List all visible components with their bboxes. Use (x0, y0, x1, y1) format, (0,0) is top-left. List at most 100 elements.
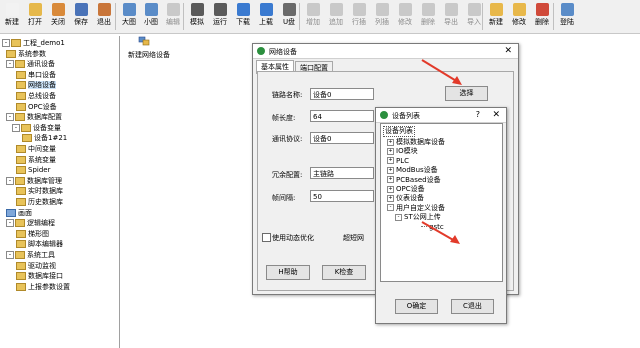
cancel-button[interactable]: C退出 (451, 299, 494, 314)
toolbar-button-8[interactable]: 模拟 (186, 1, 208, 31)
network-device-icon[interactable] (138, 36, 150, 47)
collapse-icon[interactable]: - (387, 204, 394, 212)
tree-item[interactable]: 实时数据库 (16, 186, 63, 196)
tree-item[interactable]: - 逻辑编程 (6, 218, 55, 228)
tree-item[interactable]: 脚本编辑器 (16, 239, 63, 249)
toolbar-button-23[interactable]: 删除 (531, 1, 553, 31)
delete-item-icon (535, 3, 549, 16)
link-name-field[interactable]: 设备0 (310, 88, 374, 100)
toolbar-button-21[interactable]: 新建 (485, 1, 507, 31)
collapse-icon[interactable]: - (395, 213, 402, 221)
expand-icon[interactable]: + (387, 194, 394, 202)
upload-icon (259, 3, 273, 16)
device-tree-root[interactable]: 设备列表 (383, 126, 415, 137)
expand-icon[interactable]: + (387, 157, 394, 165)
toolbar-button-label: 追加 (329, 18, 343, 26)
tree-item[interactable]: 设备1#21 (22, 133, 67, 143)
check-button[interactable]: K检查 (322, 265, 366, 280)
toolbar-button-12[interactable]: U盘 (278, 1, 300, 31)
tree-item[interactable]: 串口设备 (16, 70, 56, 80)
help-icon[interactable]: ? (476, 110, 480, 119)
device-list-item[interactable]: + IO模块 (387, 147, 418, 156)
toolbar-button-3[interactable]: 保存 (70, 1, 92, 31)
toolbar-button-22[interactable]: 修改 (508, 1, 530, 31)
tree-item[interactable]: - 工程_demo1 (2, 38, 65, 48)
toolbar-button-7[interactable]: 编辑 (162, 1, 184, 31)
dialog-titlebar[interactable]: 网络设备 ✕ (253, 44, 518, 59)
collapse-icon[interactable]: - (6, 176, 14, 185)
collapse-icon[interactable]: - (2, 39, 10, 47)
device-list-item[interactable]: + PLC (387, 157, 409, 166)
toolbar-button-5[interactable]: 大图 (118, 1, 140, 31)
device-list-item[interactable]: + 仪表设备 (387, 194, 424, 203)
toolbar-button-2[interactable]: 关闭 (47, 1, 69, 31)
toolbar-button-15[interactable]: 行插 (348, 1, 370, 31)
project-tree[interactable]: - 工程_demo1 系统参数 - 通讯设备 串口设备 网络设备 总线设备 OPC设备 - 数据库配… (0, 36, 120, 348)
new-network-device-label[interactable]: 新建网络设备 (128, 50, 170, 60)
tree-item[interactable]: 网络设备 (16, 80, 56, 90)
dynamic-optimization-checkbox[interactable] (262, 233, 271, 242)
expand-icon[interactable]: + (387, 185, 394, 193)
protocol-field[interactable]: 设备0 (310, 132, 374, 144)
toolbar-button-4[interactable]: 退出 (93, 1, 115, 31)
collapse-icon[interactable]: - (6, 113, 14, 122)
tree-item[interactable]: 总线设备 (16, 91, 56, 101)
toolbar-button-18[interactable]: 删除 (417, 1, 439, 31)
collapse-icon[interactable]: - (12, 123, 20, 132)
tree-item[interactable]: 画面 (6, 208, 32, 218)
device-list-item[interactable]: + ModBus设备 (387, 166, 438, 175)
toolbar-button-19[interactable]: 导出 (440, 1, 462, 31)
toolbar-button-label: 下载 (236, 18, 250, 26)
frame-length-field[interactable]: 64 (310, 110, 374, 122)
tree-item[interactable]: 上报参数设置 (16, 282, 70, 292)
collapse-icon[interactable]: - (6, 251, 14, 259)
expand-icon[interactable]: + (387, 166, 394, 174)
tree-item[interactable]: - 数据库配置 (6, 112, 62, 122)
frame-interval-field[interactable]: 50 (310, 190, 374, 202)
ok-button[interactable]: O确定 (395, 299, 438, 314)
toolbar-button-17[interactable]: 修改 (394, 1, 416, 31)
close-icon[interactable]: ✕ (504, 46, 512, 56)
expand-icon[interactable]: + (387, 147, 394, 155)
toolbar-button-0[interactable]: 新建 (1, 1, 23, 31)
tree-item[interactable]: 中间变量 (16, 144, 56, 154)
tree-item[interactable]: 历史数据库 (16, 197, 63, 207)
tree-item[interactable]: - 设备变量 (12, 123, 61, 133)
toolbar-button-9[interactable]: 运行 (209, 1, 231, 31)
collapse-icon[interactable]: - (6, 219, 14, 228)
tree-item[interactable]: 数据库接口 (16, 271, 63, 281)
tree-item[interactable]: 驱动监视 (16, 261, 56, 271)
collapse-icon[interactable]: - (6, 60, 14, 69)
select-button[interactable]: 选择 (445, 86, 488, 101)
device-list-item[interactable]: - 用户自定义设备 (387, 204, 445, 213)
timeout-label: 超短网 (343, 234, 364, 242)
tree-item[interactable]: Spider (16, 165, 50, 175)
tree-item[interactable]: - 通讯设备 (6, 59, 55, 69)
device-list-item[interactable]: + PCBased设备 (387, 176, 441, 185)
tree-item[interactable]: OPC设备 (16, 102, 57, 112)
toolbar-button-13[interactable]: 增加 (302, 1, 324, 31)
device-list-item[interactable]: + 模拟数据库设备 (387, 138, 445, 147)
toolbar-button-6[interactable]: 小图 (140, 1, 162, 31)
device-list-titlebar[interactable]: 设备列表 ? ✕ (376, 108, 506, 123)
toolbar-button-1[interactable]: 打开 (24, 1, 46, 31)
toolbar-button-14[interactable]: 追加 (325, 1, 347, 31)
toolbar-button-11[interactable]: 上载 (255, 1, 277, 31)
tree-item[interactable]: - 系统工具 (6, 250, 55, 260)
device-list-item[interactable]: + OPC设备 (387, 185, 425, 194)
toolbar-button-24[interactable]: 登陆 (556, 1, 578, 31)
tree-item[interactable]: 系统参数 (6, 49, 46, 59)
toolbar-button-16[interactable]: 列插 (371, 1, 393, 31)
tree-item[interactable]: 系统变量 (16, 155, 56, 165)
device-tree[interactable]: 设备列表 + 模拟数据库设备 + IO模块 + PLC + ModBus设备 + PCBased设… (380, 123, 503, 282)
toolbar-button-10[interactable]: 下载 (232, 1, 254, 31)
expand-icon[interactable]: + (387, 138, 394, 146)
redundancy-select[interactable]: 主链路 (310, 167, 374, 179)
expand-icon[interactable]: + (387, 176, 394, 184)
close-icon[interactable]: ✕ (492, 110, 500, 120)
tree-item-label: 梯形图 (28, 229, 49, 238)
tree-item[interactable]: 梯形图 (16, 229, 49, 239)
tree-item[interactable]: - 数据库管理 (6, 176, 62, 186)
tree-item-label: 中间变量 (28, 145, 56, 153)
help-button[interactable]: H帮助 (266, 265, 310, 280)
